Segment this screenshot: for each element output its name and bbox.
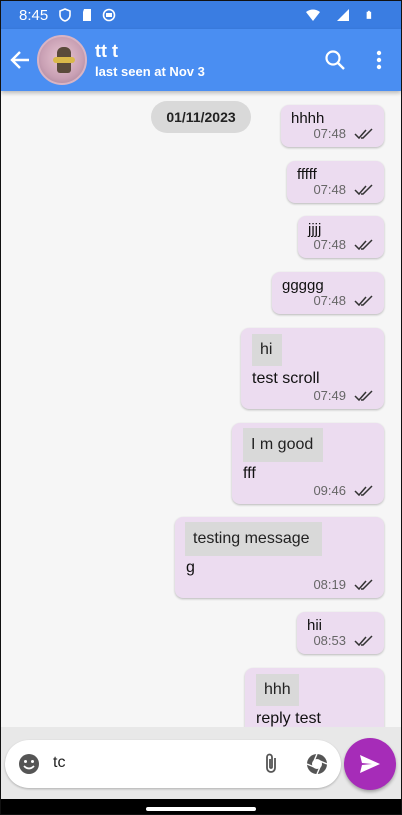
message-time: 08:19 — [313, 577, 346, 592]
message-text: ggggg — [282, 277, 324, 294]
chat-app-bar: tt t last seen at Nov 3 — [1, 29, 401, 91]
emoji-icon[interactable] — [17, 752, 41, 776]
message-input-value[interactable]: tc — [53, 754, 65, 772]
message-text: fff — [243, 465, 256, 482]
contact-avatar[interactable] — [37, 35, 87, 85]
more-options-button[interactable] — [357, 38, 401, 82]
search-button[interactable] — [313, 38, 357, 82]
double-check-icon — [354, 578, 373, 590]
double-check-icon — [354, 238, 373, 250]
quoted-reply[interactable]: hhh — [256, 674, 299, 706]
message-text: fffff — [297, 166, 317, 183]
home-gesture-handle[interactable] — [146, 807, 256, 811]
contact-name: tt t — [95, 41, 118, 61]
message-time: 09:46 — [313, 483, 346, 498]
message-bubble[interactable]: fffff 07:48 — [287, 161, 384, 203]
message-input-field[interactable]: tc — [5, 740, 341, 788]
composer-bar: tc — [1, 727, 401, 799]
avatar-figure-detail — [53, 57, 75, 63]
message-time: 07:48 — [313, 293, 346, 308]
message-text: test scroll — [252, 370, 320, 387]
message-bubble[interactable]: I m good fff 09:46 — [232, 423, 384, 504]
message-bubble[interactable]: jjjj 07:48 — [298, 216, 384, 258]
send-button[interactable] — [344, 738, 396, 790]
system-nav-bar — [1, 799, 401, 814]
message-time: 07:49 — [313, 388, 346, 403]
message-time: 07:48 — [313, 237, 346, 252]
message-bubble[interactable]: ggggg 07:48 — [272, 272, 384, 314]
camera-icon[interactable] — [305, 752, 329, 776]
message-text: hhhh — [291, 110, 325, 127]
wifi-icon — [306, 9, 320, 21]
search-icon — [325, 50, 345, 70]
shield-icon — [59, 8, 72, 22]
date-chip: 01/11/2023 — [151, 101, 251, 133]
sync-icon — [102, 8, 116, 22]
double-check-icon — [354, 294, 373, 306]
back-button[interactable] — [5, 45, 35, 75]
status-time: 8:45 — [19, 6, 49, 24]
message-text: reply test — [256, 710, 321, 727]
message-bubble[interactable]: hii 08:53 — [297, 612, 384, 654]
message-time: 07:48 — [313, 126, 346, 141]
more-vert-icon — [376, 50, 382, 70]
message-text: hii — [307, 617, 323, 634]
message-time: 08:53 — [313, 633, 346, 648]
quoted-reply[interactable]: I m good — [243, 428, 323, 462]
phone-screen: 8:45 tt t last seen at Nov 3 01/11/2023 … — [0, 0, 402, 815]
double-check-icon — [354, 484, 373, 496]
last-seen-status: last seen at Nov 3 — [95, 64, 205, 79]
attach-icon[interactable] — [259, 752, 283, 776]
quoted-reply[interactable]: hi — [252, 334, 282, 366]
message-text: jjjj — [308, 221, 322, 238]
double-check-icon — [354, 127, 373, 139]
message-bubble[interactable]: hhhh 07:48 — [281, 105, 384, 147]
contact-info[interactable]: tt t last seen at Nov 3 — [95, 41, 205, 79]
sd-card-icon — [83, 9, 92, 21]
quoted-reply[interactable]: testing message — [185, 522, 322, 556]
message-time: 07:48 — [313, 182, 346, 197]
message-bubble[interactable]: hhh reply test — [245, 668, 384, 727]
double-check-icon — [354, 634, 373, 646]
battery-icon — [366, 10, 372, 19]
arrow-left-icon — [10, 51, 29, 69]
signal-icon — [337, 9, 349, 21]
double-check-icon — [354, 389, 373, 401]
message-text: g — [186, 559, 195, 576]
message-bubble[interactable]: testing message g 08:19 — [175, 517, 384, 598]
message-list[interactable]: 01/11/2023 hhhh 07:48 fffff 07:48 jjjj 0… — [1, 91, 401, 727]
send-icon — [360, 755, 380, 773]
double-check-icon — [354, 183, 373, 195]
status-bar: 8:45 — [1, 1, 401, 29]
message-bubble[interactable]: hi test scroll 07:49 — [241, 328, 384, 409]
